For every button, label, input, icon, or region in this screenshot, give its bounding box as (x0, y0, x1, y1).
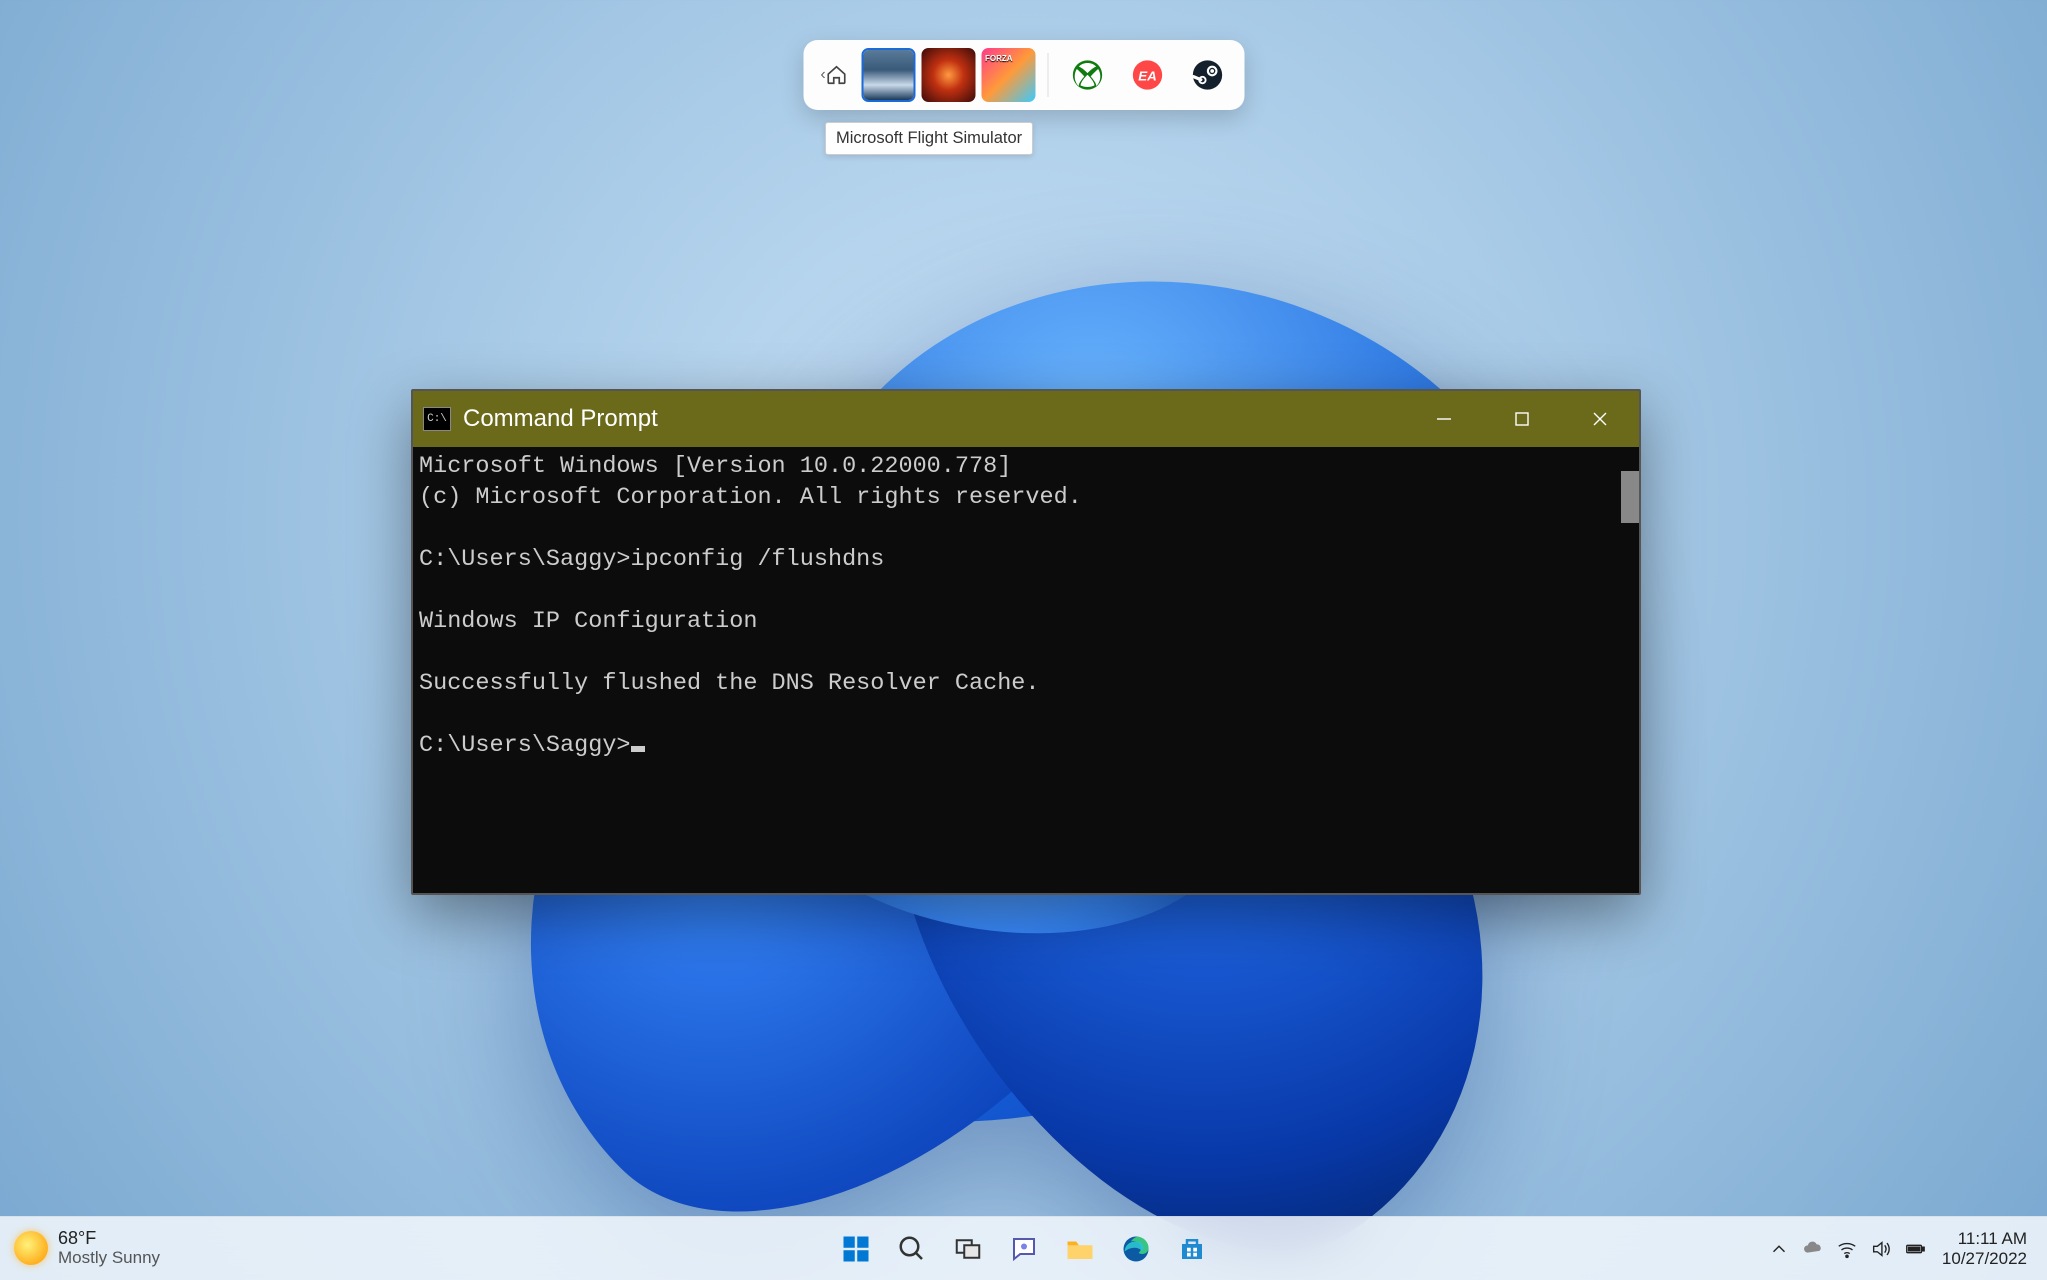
terminal-output[interactable]: Microsoft Windows [Version 10.0.22000.77… (413, 447, 1639, 893)
launcher-app-ea[interactable]: EA (1120, 48, 1174, 102)
launcher-app-steam[interactable] (1180, 48, 1234, 102)
taskbar: 68°F Mostly Sunny (0, 1216, 2047, 1280)
volume-icon[interactable] (1866, 1224, 1896, 1274)
battery-icon[interactable] (1900, 1224, 1930, 1274)
clock[interactable]: 11:11 AM 10/27/2022 (1934, 1229, 2035, 1268)
taskbar-center (831, 1217, 1217, 1280)
window-title: Command Prompt (463, 405, 658, 433)
home-icon (826, 64, 848, 86)
close-button[interactable] (1561, 391, 1639, 447)
chat-button[interactable] (999, 1224, 1049, 1274)
launcher-tile-forza[interactable] (981, 48, 1035, 102)
msfs-thumbnail (863, 50, 913, 100)
launcher-home-button[interactable]: ‹ (813, 50, 855, 100)
weather-temp: 68°F (58, 1229, 160, 1249)
game2-thumbnail (921, 48, 975, 102)
task-view-button[interactable] (943, 1224, 993, 1274)
launcher-tooltip: Microsoft Flight Simulator (825, 122, 1033, 155)
system-tray: 11:11 AM 10/27/2022 (1764, 1217, 2047, 1280)
scrollbar-thumb[interactable] (1621, 471, 1639, 523)
sun-icon (14, 1231, 48, 1265)
folder-icon (1065, 1234, 1095, 1264)
window-titlebar[interactable]: C:\ Command Prompt (413, 391, 1639, 447)
clock-date: 10/27/2022 (1942, 1249, 2027, 1269)
ea-icon: EA (1131, 59, 1163, 91)
weather-condition: Mostly Sunny (58, 1249, 160, 1268)
divider (1047, 53, 1048, 97)
command-prompt-window: C:\ Command Prompt Microsoft Windows [Ve… (411, 389, 1641, 895)
terminal-prompt: C:\Users\Saggy> (419, 732, 631, 759)
clock-time: 11:11 AM (1942, 1229, 2027, 1249)
maximize-button[interactable] (1483, 391, 1561, 447)
edge-button[interactable] (1111, 1224, 1161, 1274)
file-explorer-button[interactable] (1055, 1224, 1105, 1274)
terminal-line: Microsoft Windows [Version 10.0.22000.77… (419, 453, 1011, 480)
steam-icon (1191, 59, 1223, 91)
onedrive-icon[interactable] (1798, 1224, 1828, 1274)
launcher-app-xbox[interactable] (1060, 48, 1114, 102)
terminal-line: C:\Users\Saggy>ipconfig /flushdns (419, 546, 884, 573)
forza-thumbnail (981, 48, 1035, 102)
tray-overflow-button[interactable] (1764, 1224, 1794, 1274)
terminal-line: Successfully flushed the DNS Resolver Ca… (419, 670, 1040, 697)
windows-icon (841, 1234, 871, 1264)
svg-text:EA: EA (1138, 68, 1157, 83)
game-launcher-bar: ‹ EA (803, 40, 1244, 110)
weather-widget[interactable]: 68°F Mostly Sunny (0, 1229, 240, 1267)
search-icon (897, 1234, 927, 1264)
terminal-line: Windows IP Configuration (419, 608, 757, 635)
microsoft-store-button[interactable] (1167, 1224, 1217, 1274)
launcher-tile-game2[interactable] (921, 48, 975, 102)
store-icon (1177, 1234, 1207, 1264)
minimize-button[interactable] (1405, 391, 1483, 447)
launcher-tile-msfs[interactable] (861, 48, 915, 102)
edge-icon (1121, 1234, 1151, 1264)
cursor (631, 746, 645, 752)
xbox-icon (1071, 59, 1103, 91)
wifi-icon[interactable] (1832, 1224, 1862, 1274)
search-button[interactable] (887, 1224, 937, 1274)
cmd-icon: C:\ (423, 407, 451, 431)
start-button[interactable] (831, 1224, 881, 1274)
terminal-line: (c) Microsoft Corporation. All rights re… (419, 484, 1082, 511)
chat-icon (1009, 1234, 1039, 1264)
task-view-icon (953, 1234, 983, 1264)
